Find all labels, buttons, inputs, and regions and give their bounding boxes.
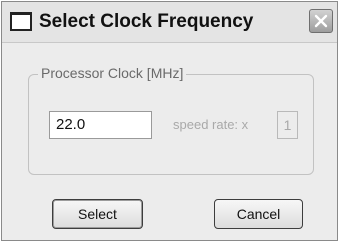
select-clock-frequency-dialog: Select Clock Frequency Processor Clock [… [1,1,338,241]
processor-clock-label: Processor Clock [MHz] [38,65,187,81]
speed-rate-label: speed rate: x [173,117,249,132]
close-icon [314,14,328,28]
title-bar[interactable]: Select Clock Frequency [2,2,337,43]
close-button[interactable] [309,9,333,33]
select-button[interactable]: Select [52,199,143,229]
cancel-button[interactable]: Cancel [214,199,303,229]
speed-rate-input: 1 [277,111,298,139]
window-icon [10,12,32,31]
clock-frequency-input[interactable]: 22.0 [49,111,152,139]
dialog-title: Select Clock Frequency [39,11,254,32]
